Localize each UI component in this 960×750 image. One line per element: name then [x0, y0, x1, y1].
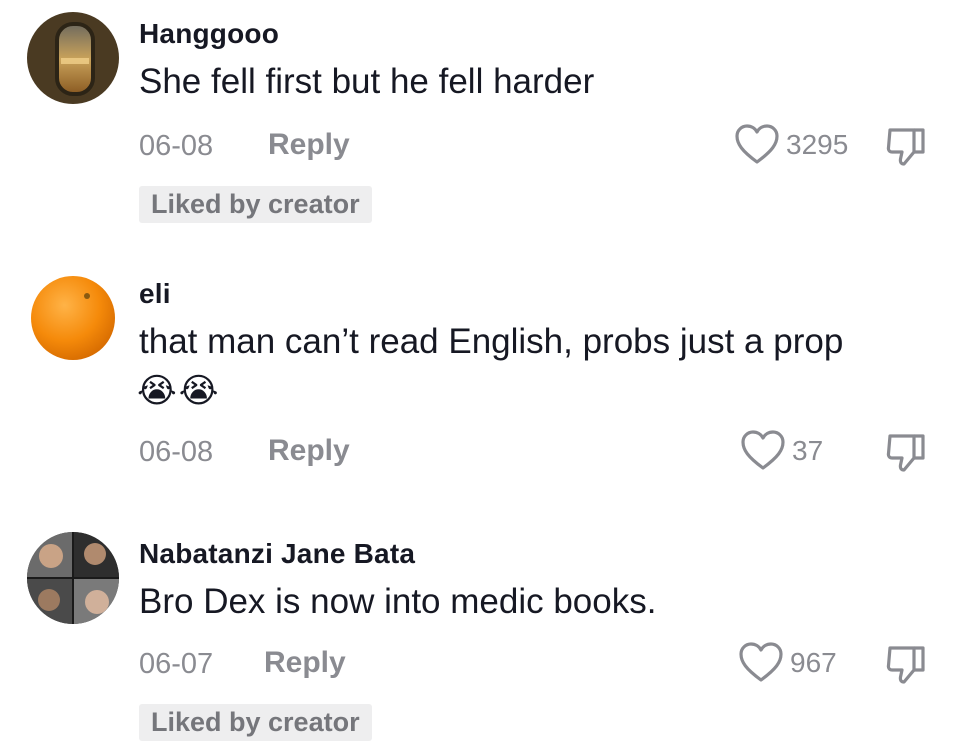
comment-text: She fell first but he fell harder — [139, 62, 595, 101]
loudly-crying-emoji: 😭 — [178, 372, 219, 410]
heart-icon — [739, 642, 783, 682]
heart-icon — [735, 124, 779, 164]
emoji-row: 😭 😭 — [137, 370, 218, 412]
photo-collage-avatar — [27, 532, 119, 624]
like-count: 967 — [790, 647, 837, 678]
comment-username[interactable]: Nabatanzi Jane Bata — [139, 538, 415, 570]
heart-icon — [741, 430, 785, 470]
comment-date: 06-07 — [139, 648, 214, 680]
like-count: 3295 — [786, 129, 849, 160]
comment-date: 06-08 — [139, 436, 214, 468]
thumbs-down-icon — [886, 646, 925, 684]
avatar[interactable] — [27, 270, 119, 362]
avatar[interactable] — [27, 12, 119, 104]
like-count: 37 — [792, 435, 824, 466]
reply-button[interactable]: Reply — [268, 128, 350, 162]
thumbs-down-icon — [886, 128, 925, 166]
comment-text: Bro Dex is now into medic books. — [139, 582, 657, 621]
thumbs-down-icon — [886, 434, 925, 472]
comment-username[interactable]: eli — [139, 278, 171, 310]
dislike-button[interactable] — [882, 640, 930, 688]
liked-by-creator-badge: Liked by creator — [139, 704, 372, 741]
dislike-button[interactable] — [882, 428, 930, 476]
like-button[interactable]: 37 — [740, 430, 823, 472]
avatar[interactable] — [27, 532, 119, 624]
reply-button[interactable]: Reply — [264, 646, 346, 680]
reply-button[interactable]: Reply — [268, 434, 350, 468]
comment-date: 06-08 — [139, 130, 214, 162]
comment-username[interactable]: Hanggooo — [139, 18, 279, 50]
orange-fruit-avatar — [27, 270, 119, 362]
loudly-crying-emoji: 😭 — [137, 372, 177, 410]
dislike-button[interactable] — [882, 122, 930, 170]
like-button[interactable]: 967 — [738, 642, 837, 684]
like-button[interactable]: 3295 — [734, 124, 848, 166]
comment-text: that man can’t read English, probs just … — [139, 322, 844, 361]
liked-by-creator-badge: Liked by creator — [139, 186, 372, 223]
airplane-window-sunset-avatar — [27, 12, 119, 104]
